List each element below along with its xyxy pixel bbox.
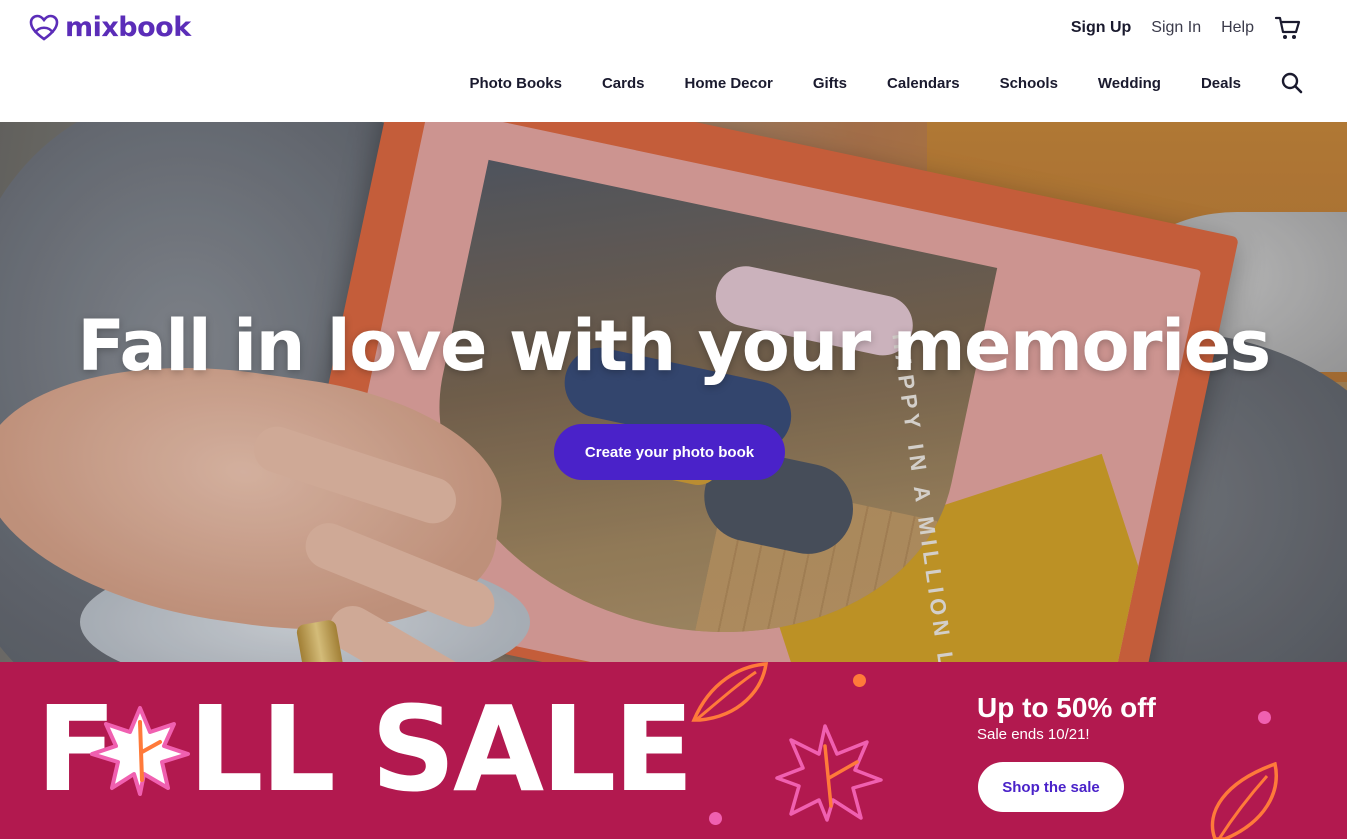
nav-wedding[interactable]: Wedding	[1098, 75, 1161, 92]
create-photo-book-button[interactable]: Create your photo book	[554, 424, 785, 480]
sign-up-link[interactable]: Sign Up	[1071, 19, 1131, 37]
nav-home-decor[interactable]: Home Decor	[684, 75, 772, 92]
mixbook-logo[interactable]: mixbook	[29, 12, 191, 43]
nav-photo-books[interactable]: Photo Books	[469, 75, 562, 92]
sign-in-link[interactable]: Sign In	[1151, 19, 1201, 37]
main-nav: Photo Books Cards Home Decor Gifts Calen…	[469, 72, 1303, 94]
nav-cards[interactable]: Cards	[602, 75, 645, 92]
cart-icon[interactable]	[1274, 14, 1302, 42]
utility-nav: Sign Up Sign In Help	[1071, 14, 1302, 42]
logo-wordmark: mixbook	[65, 12, 191, 43]
nav-calendars[interactable]: Calendars	[887, 75, 960, 92]
leaf-outline-icon	[691, 662, 769, 722]
shop-the-sale-button[interactable]: Shop the sale	[978, 762, 1124, 812]
maple-leaf-outline-icon	[775, 724, 883, 822]
hero-title: Fall in love with your memories	[77, 305, 1271, 387]
hero-banner: HAPPY IN A MILLION LITTLE WAYS Fall in l…	[0, 122, 1347, 662]
maple-leaf-icon	[90, 706, 190, 796]
search-icon[interactable]	[1281, 72, 1303, 94]
site-header: mixbook Sign Up Sign In Help Photo Books…	[0, 0, 1347, 122]
nav-schools[interactable]: Schools	[1000, 75, 1058, 92]
heart-logo-icon	[29, 14, 59, 41]
help-link[interactable]: Help	[1221, 19, 1254, 37]
nav-deals[interactable]: Deals	[1201, 75, 1241, 92]
nav-gifts[interactable]: Gifts	[813, 75, 847, 92]
sale-end-date: Sale ends 10/21!	[977, 726, 1090, 743]
sale-headline: Up to 50% off	[977, 692, 1156, 723]
fall-sale-banner: FALL SALE Up to 50% off Sale ends 10/21!…	[0, 662, 1347, 839]
leaf-outline-icon	[1210, 762, 1278, 839]
